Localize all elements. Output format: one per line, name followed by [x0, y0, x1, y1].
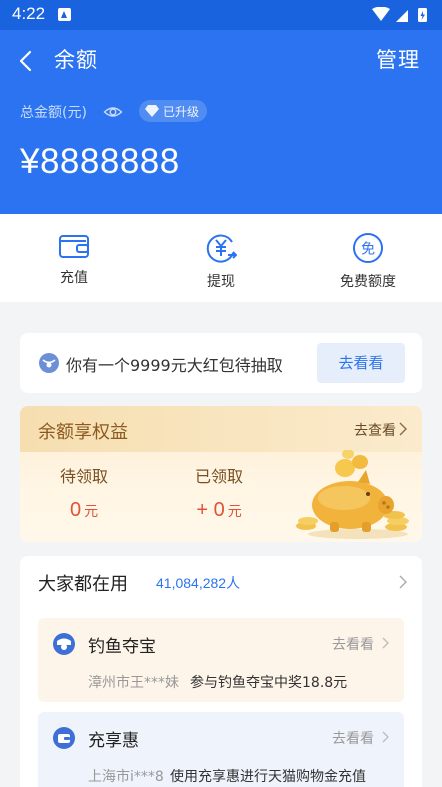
pending-stat: 待领取 0元 [60, 463, 108, 522]
notification-icon [58, 8, 71, 21]
svg-text:免: 免 [361, 242, 375, 258]
activity-description: 参与钓鱼夺宝中奖18.8元 [190, 675, 348, 691]
balance-amount: ¥8888888 [20, 142, 180, 181]
upgrade-badge-label: 已升级 [163, 104, 200, 119]
chevron-right-icon [382, 637, 389, 649]
balance-header: 余额 管理 总金额(元) 已升级 ¥8888888 [0, 30, 442, 214]
action-label: 提现 [207, 274, 235, 290]
manage-button[interactable]: 管理 [376, 44, 420, 74]
promo-view-button[interactable]: 去看看 [317, 343, 405, 383]
recharge-wallet-icon [53, 727, 75, 749]
fishing-treasure-item[interactable]: 钓鱼夺宝 去看看 漳州市王***妹 参与钓鱼夺宝中奖18.8元 [38, 618, 404, 702]
promo-text: 你有一个9999元大红包待抽取 [66, 356, 283, 375]
activity-view-link[interactable]: 去看看 [332, 728, 374, 748]
activity-user: 漳州市王***妹 [88, 675, 179, 691]
status-icons [372, 7, 427, 22]
activity-title: 充享惠 [88, 731, 139, 751]
upgrade-badge[interactable]: 已升级 [139, 100, 208, 122]
diamond-icon [145, 105, 159, 117]
free-quota-icon: 免 [353, 233, 383, 263]
pending-label: 待领取 [60, 467, 109, 486]
rights-title: 余额享权益 [38, 422, 128, 443]
free-quota-action[interactable]: 免 免费额度 [313, 232, 423, 291]
fishing-icon [53, 633, 75, 655]
activity-user: 上海市i***8 [88, 769, 164, 785]
wallet-icon [59, 235, 89, 258]
status-time: 4:22 [12, 4, 46, 23]
back-icon[interactable] [12, 46, 42, 76]
claimed-amount: + 0 [196, 499, 225, 521]
activity-title: 钓鱼夺宝 [88, 637, 156, 657]
pending-amount: 0 [69, 499, 82, 521]
eye-icon[interactable] [103, 102, 123, 122]
activity-description: 使用充享惠进行天猫购物金充值 [170, 769, 366, 785]
popular-services-card: 大家都在用 41,084,282人 钓鱼夺宝 去看看 漳州市王***妹 参与钓鱼… [20, 556, 422, 787]
red-packet-icon [39, 353, 59, 373]
balance-rights-card: 余额享权益 去查看 待领取 0元 已领取 + 0元 [20, 406, 422, 542]
piggy-bank-icon [296, 450, 409, 539]
action-row: 充值 提现 免 免费额度 [0, 214, 442, 302]
chevron-right-icon [399, 422, 407, 436]
chevron-right-icon[interactable] [398, 574, 408, 590]
pending-value: 0元 [60, 499, 108, 522]
claimed-label: 已领取 [195, 467, 244, 486]
yen-withdraw-icon [206, 234, 237, 263]
status-bar: 4:22 [0, 0, 442, 30]
pending-unit: 元 [84, 503, 99, 519]
popular-title: 大家都在用 [38, 574, 128, 595]
withdraw-action[interactable]: 提现 [166, 232, 276, 291]
page-title: 余额 [54, 48, 98, 72]
recharge-action[interactable]: 充值 [19, 232, 129, 287]
rights-header: 余额享权益 去查看 [20, 406, 422, 452]
activity-view-link[interactable]: 去看看 [332, 634, 374, 654]
total-amount-label: 总金额(元) [20, 105, 87, 121]
rights-view-link[interactable]: 去查看 [354, 420, 396, 440]
action-label: 充值 [60, 270, 88, 286]
claimed-stat: 已领取 + 0元 [195, 463, 243, 522]
claimed-unit: 元 [227, 503, 242, 519]
popular-user-count: 41,084,282人 [156, 575, 241, 591]
red-packet-banner[interactable]: 你有一个9999元大红包待抽取 去看看 [20, 333, 422, 393]
chevron-right-icon [382, 731, 389, 743]
recharge-benefit-item[interactable]: 充享惠 去看看 上海市i***8 使用充享惠进行天猫购物金充值 [38, 712, 404, 787]
action-label: 免费额度 [340, 274, 396, 290]
claimed-value: + 0元 [195, 499, 243, 522]
